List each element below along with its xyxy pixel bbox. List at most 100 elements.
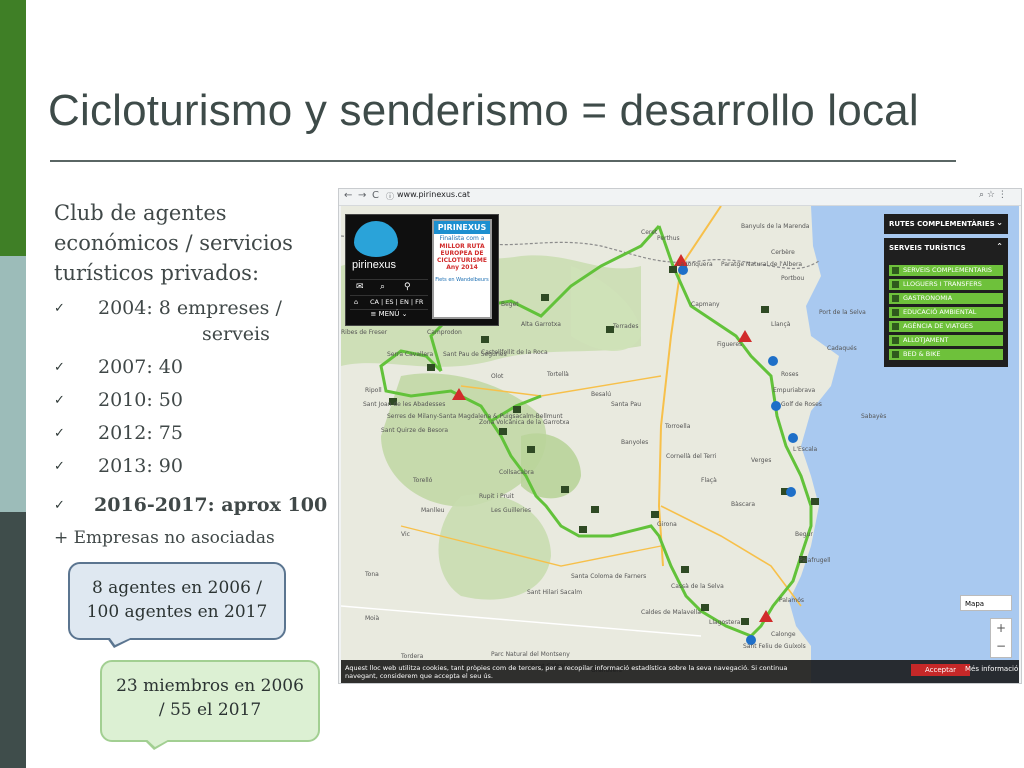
map-place-label: Llagostera xyxy=(709,619,741,626)
bullet-label: 2016-2017: aprox 100 xyxy=(94,494,328,516)
search-icon[interactable]: ⌕ xyxy=(380,282,385,292)
menu-button[interactable]: ≡ MENÚ ⌄ xyxy=(350,309,428,322)
callout-members: 23 miembros en 2006 / 55 el 2017 xyxy=(100,660,320,742)
menu-icon: ≡ xyxy=(370,310,379,318)
intro-line-2: económicos / servicios xyxy=(54,231,293,255)
map-place-label: Cassà de la Selva xyxy=(671,583,724,590)
map-place-label: Llançà xyxy=(771,321,791,328)
back-button[interactable]: ← xyxy=(344,190,352,201)
zoom-in-button[interactable]: + xyxy=(991,619,1011,637)
layer-allotjament[interactable]: ALLOTJAMENT xyxy=(889,335,1003,346)
layer-gastronomia[interactable]: GASTRONOMIA xyxy=(889,293,1003,304)
house-icon xyxy=(892,337,899,344)
pirinexus-logo-panel: pirinexus ✉ ⌕ ⚲ ⌂ CA | ES | EN | FR ≡ ME… xyxy=(345,214,499,326)
bullet-label-continued: serveis xyxy=(202,323,270,345)
map-place-label: Palamós xyxy=(779,597,804,604)
map-type-select[interactable]: Mapa xyxy=(960,595,1012,611)
map-place-label: Begur xyxy=(795,531,813,538)
map-place-label: Cerbère xyxy=(771,249,795,256)
map-place-label: Moià xyxy=(365,615,380,622)
callout-line-2: 100 agentes en 2017 xyxy=(86,602,268,622)
bed-icon xyxy=(892,351,899,358)
check-icon: ✓ xyxy=(54,393,65,408)
mail-icon[interactable]: ✉ xyxy=(356,282,364,292)
map-place-label: Caldes de Malavella xyxy=(641,609,701,616)
award-badge: PIRINEXUS Finalista com a MILLOR RUTA EU… xyxy=(432,219,492,319)
map-place-label: Girona xyxy=(657,521,677,528)
browser-actions-icons[interactable]: ⌕ ☆ ⋮ xyxy=(979,190,1007,200)
map-place-label: Santa Pau xyxy=(611,401,641,408)
intro-line-1: Club de agentes xyxy=(54,201,227,225)
map-place-label: Besalú xyxy=(591,391,611,398)
zoom-out-button[interactable]: − xyxy=(991,637,1011,655)
globe-icon xyxy=(892,323,899,330)
map-place-label: Golf de Roses xyxy=(781,401,822,408)
menu-label: MENÚ xyxy=(378,310,400,318)
map-place-label: Verges xyxy=(751,457,771,464)
map-place-label: Empuriabrava xyxy=(773,387,816,394)
badge-award: MILLOR RUTA EUROPEA DE CICLOTURISME Any … xyxy=(437,243,487,271)
reload-button[interactable]: C xyxy=(372,190,379,201)
forward-button[interactable]: → xyxy=(358,190,366,201)
address-bar[interactable]: www.pirinexus.cat xyxy=(397,190,470,199)
map-place-label: La Jonquera xyxy=(677,261,713,268)
bike-icon[interactable]: ⚲ xyxy=(404,282,411,292)
map-place-label: Tortellà xyxy=(546,371,569,378)
map-place-label: Serra Cavallera xyxy=(387,351,433,358)
map-place-label: Serres de Milany-Santa Magdalena & Puigs… xyxy=(387,413,563,420)
pirinexus-logo-icon xyxy=(354,221,398,257)
map-place-label: Tordera xyxy=(400,653,424,660)
map-place-label: Bàscara xyxy=(731,501,755,508)
bike-rental-icon xyxy=(892,281,899,288)
rutes-complementaries-toggle[interactable]: RUTES COMPLEMENTÀRIES ⌄ xyxy=(884,214,1008,234)
title-divider xyxy=(50,160,956,162)
leaf-icon xyxy=(892,309,899,316)
cookie-accept-button[interactable]: Acceptar xyxy=(911,664,971,676)
map-place-label: Rupit i Pruit xyxy=(479,493,514,500)
map-place-label: Portbou xyxy=(781,275,804,282)
layer-label: AGÈNCIA DE VIATGES xyxy=(903,322,974,330)
serveis-turistics-toggle[interactable]: SERVEIS TURÍSTICS ⌃ xyxy=(884,238,1008,258)
check-icon: ✓ xyxy=(54,301,65,316)
map-place-label: L'Escala xyxy=(793,446,818,453)
layer-agencia-viatges[interactable]: AGÈNCIA DE VIATGES xyxy=(889,321,1003,332)
layer-bed-bike[interactable]: BED & BIKE xyxy=(889,349,1003,360)
cookie-more-info-link[interactable]: Més informació xyxy=(965,665,1018,673)
map-place-label: Parc Natural del Montseny xyxy=(491,651,570,658)
map-view[interactable]: Prats de MollóCeretBanyuls de la Marenda… xyxy=(341,206,1019,683)
layer-educacio-ambiental[interactable]: EDUCACIÓ AMBIENTAL xyxy=(889,307,1003,318)
badge-sub: Finalista com a xyxy=(439,235,485,242)
bullet-label: 2007: 40 xyxy=(98,356,183,378)
language-options[interactable]: CA | ES | EN | FR xyxy=(370,298,423,306)
info-icon: ⓘ xyxy=(386,192,394,201)
callout-agents: 8 agentes en 2006 / 100 agentes en 2017 xyxy=(68,562,286,640)
layer-serveis-complementaris[interactable]: SERVEIS COMPLEMENTARIS xyxy=(889,265,1003,276)
side-bar-lightteal xyxy=(0,256,26,512)
map-place-label: Santa Coloma de Farners xyxy=(571,573,646,580)
layer-label: ALLOTJAMENT xyxy=(903,336,949,344)
map-place-label: Sabayès xyxy=(861,413,886,420)
map-place-label: Manlleu xyxy=(421,507,445,514)
map-place-label: Torelló xyxy=(412,477,433,484)
check-icon: ✓ xyxy=(54,498,65,513)
map-place-label: Olot xyxy=(491,373,504,380)
callout-line-1: 23 miembros en 2006 xyxy=(116,676,304,696)
check-icon: ✓ xyxy=(54,426,65,441)
map-place-label: Ceret xyxy=(641,229,658,236)
fork-icon xyxy=(892,295,899,302)
map-place-label: Palafrugell xyxy=(799,557,831,564)
folder-icon xyxy=(892,267,899,274)
cookie-banner: Aquest lloc web utilitza cookies, tant p… xyxy=(341,660,1019,683)
map-place-label: Alta Garrotxa xyxy=(521,321,561,328)
map-place-label: Sant Feliu de Guíxols xyxy=(743,643,806,650)
home-icon[interactable]: ⌂ xyxy=(354,298,358,306)
map-place-label: Vic xyxy=(401,531,410,538)
quick-icons: ✉ ⌕ ⚲ xyxy=(350,279,428,294)
map-place-label: Calonge xyxy=(771,631,796,638)
map-place-label: Ripoll xyxy=(365,387,382,394)
map-place-label: Banyuls de la Marenda xyxy=(741,223,810,230)
layer-lloguers-transfers[interactable]: LLOGUERS I TRANSFERS xyxy=(889,279,1003,290)
map-place-label: Zona Volcànica de la Garrotxa xyxy=(479,419,570,426)
language-switch[interactable]: ⌂ CA | ES | EN | FR xyxy=(350,295,428,308)
layer-label: BED & BIKE xyxy=(903,350,941,358)
